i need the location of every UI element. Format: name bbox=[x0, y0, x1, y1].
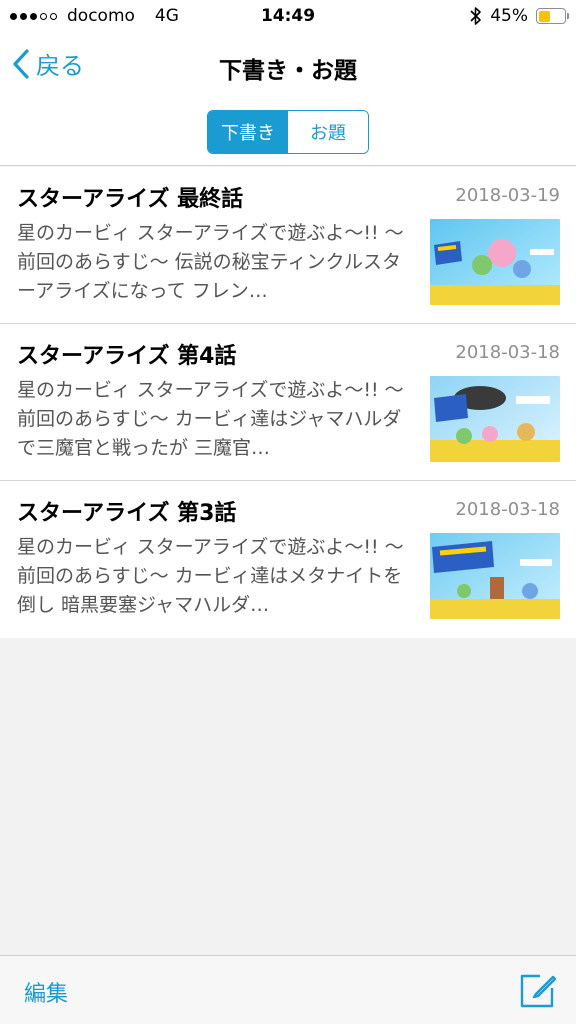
entry-excerpt: 星のカービィ スターアライズで遊ぶよ〜!! 〜前回のあらすじ〜 カービィ達はメタ… bbox=[17, 536, 404, 616]
entry-thumbnail bbox=[430, 376, 560, 462]
entry-title: スターアライズ 最終話 bbox=[17, 187, 244, 212]
draft-list: スターアライズ 最終話 2018-03-19 星のカービィ スターアライズで遊ぶ… bbox=[0, 167, 576, 638]
bottom-toolbar: 編集 bbox=[0, 955, 576, 1024]
segmented-control: 下書き お題 bbox=[207, 110, 369, 154]
segment-topics[interactable]: お題 bbox=[288, 111, 368, 153]
navigation-bar: 戻る 下書き・お題 bbox=[0, 34, 576, 96]
entry-thumbnail bbox=[430, 533, 560, 619]
entry-date: 2018-03-18 bbox=[455, 499, 560, 520]
battery-fill bbox=[538, 10, 550, 22]
bluetooth-icon bbox=[470, 7, 482, 25]
segment-area: 下書き お題 bbox=[0, 96, 576, 166]
page-title: 下書き・お題 bbox=[219, 58, 357, 84]
status-right: 45% bbox=[470, 6, 569, 26]
list-item[interactable]: スターアライズ 第3話 2018-03-18 星のカービィ スターアライズで遊ぶ… bbox=[0, 481, 576, 638]
status-bar: docomo 4G 14:49 45% bbox=[0, 0, 576, 34]
entry-excerpt: 星のカービィ スターアライズで遊ぶよ〜!! 〜前回のあらすじ〜 カービィ達はジャ… bbox=[17, 379, 404, 459]
segment-drafts[interactable]: 下書き bbox=[208, 111, 288, 153]
entry-thumbnail bbox=[430, 219, 560, 305]
edit-button[interactable]: 編集 bbox=[24, 976, 68, 1008]
list-item[interactable]: スターアライズ 最終話 2018-03-19 星のカービィ スターアライズで遊ぶ… bbox=[0, 167, 576, 324]
entry-date: 2018-03-18 bbox=[455, 342, 560, 363]
list-item[interactable]: スターアライズ 第4話 2018-03-18 星のカービィ スターアライズで遊ぶ… bbox=[0, 324, 576, 481]
entry-excerpt: 星のカービィ スターアライズで遊ぶよ〜!! 〜前回のあらすじ〜 伝説の秘宝ティン… bbox=[17, 222, 404, 302]
battery-percent: 45% bbox=[490, 6, 528, 26]
compose-icon[interactable] bbox=[518, 970, 558, 1010]
screen: docomo 4G 14:49 45% 戻る 下書き・お題 下書き お題 スター… bbox=[0, 0, 576, 1024]
entry-title: スターアライズ 第3話 bbox=[17, 501, 237, 526]
entry-date: 2018-03-19 bbox=[455, 185, 560, 206]
battery-icon bbox=[536, 8, 569, 24]
entry-title: スターアライズ 第4話 bbox=[17, 344, 237, 369]
